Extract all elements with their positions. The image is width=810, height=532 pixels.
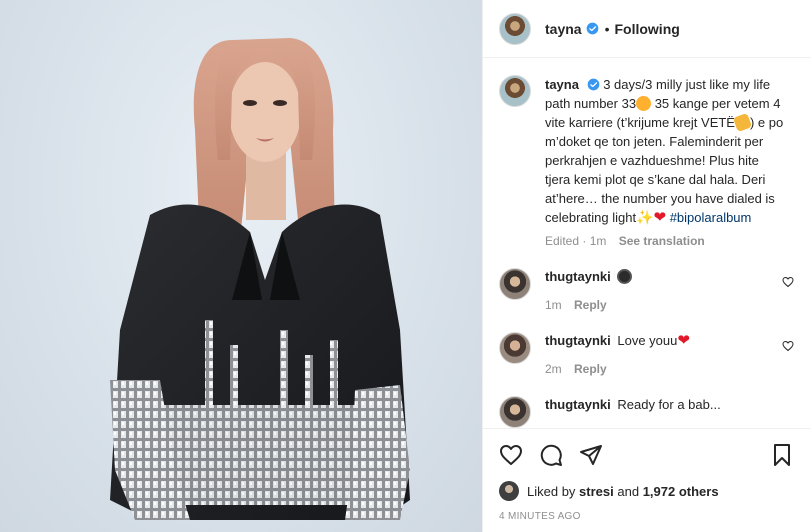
post-side-panel: tayna • Following tayna 3 days/3 milly j… (482, 0, 810, 532)
comments-scroll-area[interactable]: tayna 3 days/3 milly just like my life p… (483, 59, 810, 428)
caption-username[interactable]: tayna (545, 77, 579, 92)
likes-count-link[interactable]: 1,972 others (643, 484, 719, 499)
post-actions: Liked by stresi and 1,972 others 4 MINUT… (483, 428, 810, 532)
commenter-avatar[interactable] (499, 396, 531, 428)
comment-like-heart-icon[interactable] (782, 276, 794, 288)
caption-author-avatar[interactable] (499, 75, 531, 107)
author-avatar[interactable] (499, 12, 531, 45)
action-icons (499, 429, 794, 481)
comment-item: thugtaynki 1m Reply (499, 268, 794, 312)
caption-text: tayna 3 days/3 milly just like my life p… (545, 75, 785, 227)
likes-joiner: and (617, 483, 640, 499)
verified-badge-icon (586, 22, 598, 35)
comment-item: thugtaynki Ready for a bab... (499, 396, 794, 428)
comment-time: 2m (545, 362, 562, 376)
comment-bubble-icon[interactable] (539, 443, 563, 467)
edited-label: Edited · 1m (545, 234, 607, 248)
commenter-avatar[interactable] (499, 332, 531, 364)
instagram-post: tayna • Following tayna 3 days/3 milly j… (0, 0, 810, 532)
see-translation-button[interactable]: See translation (619, 234, 705, 248)
share-send-icon[interactable] (579, 443, 603, 467)
portrait-illustration (110, 38, 410, 520)
post-timestamp[interactable]: 4 MINUTES AGO (499, 511, 794, 522)
comment-item: thugtaynki Love youu❤ 2m Reply (499, 332, 794, 376)
comment-text: Love youu (617, 333, 678, 348)
save-bookmark-icon[interactable] (770, 443, 794, 467)
reply-button[interactable]: Reply (574, 298, 607, 312)
face-emoji-icon (617, 269, 633, 284)
comment-text: Ready for a bab... (617, 397, 721, 412)
commenter-avatar[interactable] (499, 268, 531, 300)
comment-like-heart-icon[interactable] (782, 340, 794, 352)
post-image[interactable] (0, 0, 482, 532)
reply-button[interactable]: Reply (574, 362, 607, 376)
hashtag-link[interactable]: #bipolaralbum (670, 210, 752, 225)
likes-prefix: Liked by (527, 483, 576, 499)
comment-time: 1m (545, 298, 562, 312)
liker-username[interactable]: stresi (579, 484, 614, 499)
author-username[interactable]: tayna (545, 21, 582, 37)
caption: tayna 3 days/3 milly just like my life p… (499, 59, 794, 248)
caption-meta: Edited · 1m See translation (545, 234, 785, 248)
sparkle-emoji-icon: ✨ (636, 209, 654, 225)
commenter-username[interactable]: thugtaynki (545, 333, 611, 348)
smiling-face-emoji-icon (636, 96, 652, 111)
following-button[interactable]: Following (614, 21, 679, 37)
heart-emoji-icon: ❤ (653, 209, 667, 226)
verified-badge-icon (587, 78, 599, 91)
commenter-username[interactable]: thugtaynki (545, 269, 611, 284)
post-header: tayna • Following (483, 0, 810, 58)
heart-emoji-icon: ❤ (677, 332, 690, 349)
commenter-username[interactable]: thugtaynki (545, 397, 611, 412)
likes-summary: Liked by stresi and 1,972 others (499, 481, 794, 501)
liker-avatar[interactable] (499, 481, 519, 501)
header-separator: • (604, 20, 610, 37)
like-heart-icon[interactable] (499, 443, 523, 467)
